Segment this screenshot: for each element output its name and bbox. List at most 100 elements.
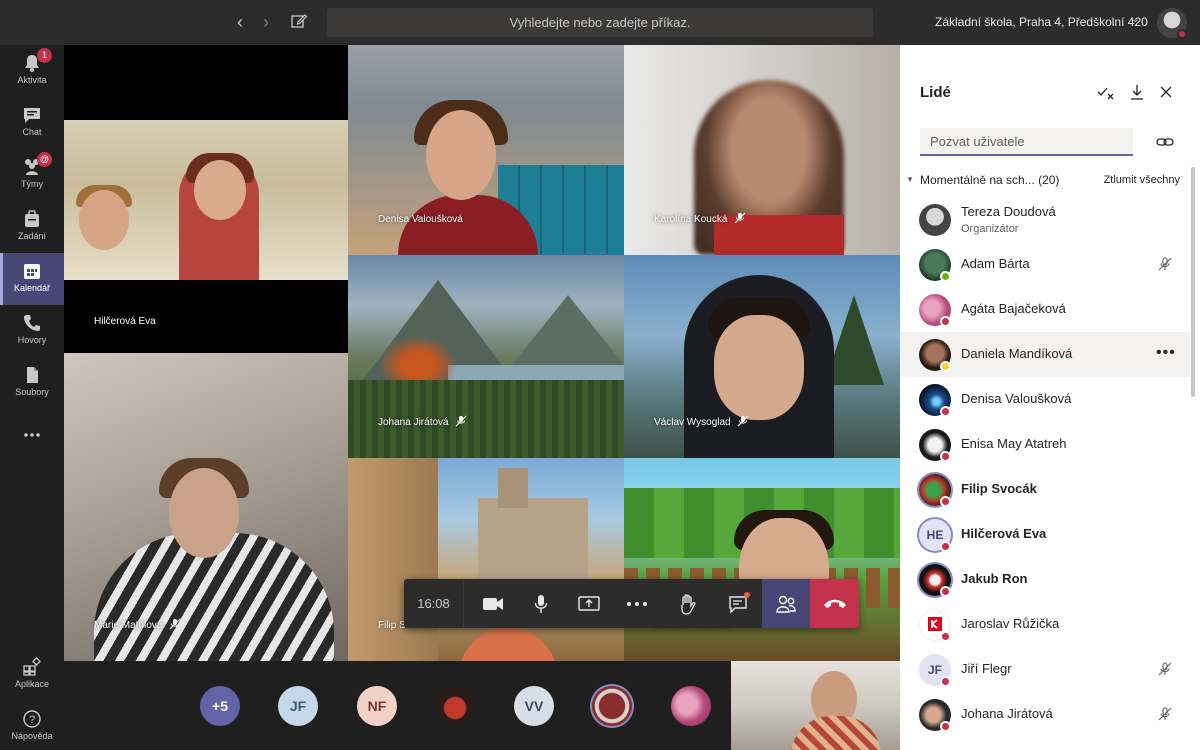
rail-item-help[interactable]: ? Nápověda — [0, 701, 64, 750]
more-actions-button[interactable] — [613, 579, 661, 628]
more-options-button[interactable]: ••• — [1156, 344, 1176, 362]
status-busy-dot — [940, 496, 951, 507]
rail-item-more[interactable] — [0, 409, 64, 461]
list-item[interactable]: Tereza Doudová Organizátor — [900, 197, 1190, 242]
files-icon — [27, 367, 38, 383]
list-item[interactable]: Agáta Bajačeková — [900, 287, 1190, 332]
hang-up-button[interactable] — [810, 579, 859, 628]
participant-name: Johana Jirátová — [961, 706, 1053, 721]
video-tile[interactable]: Marie Matulová — [64, 353, 348, 661]
phone-icon — [24, 315, 40, 331]
panel-title: Lidé — [920, 84, 951, 101]
participant-name-row: Václav Wysoglad — [654, 415, 749, 428]
list-item[interactable]: JF Jiří Flegr — [900, 647, 1190, 692]
participant-avatar[interactable] — [671, 686, 711, 726]
list-item[interactable]: Adam Bárta — [900, 242, 1190, 287]
participant-avatar[interactable]: JF — [278, 686, 318, 726]
svg-text:?: ? — [29, 714, 35, 726]
overflow-participants-button[interactable]: +5 — [200, 686, 240, 726]
hang-up-icon — [823, 599, 846, 608]
check-x-icon[interactable] — [1097, 83, 1115, 101]
share-screen-button[interactable] — [565, 579, 613, 628]
participant-name: Denisa Valoušková — [961, 391, 1072, 406]
participant-avatar-speaking[interactable] — [592, 686, 632, 726]
status-busy-dot — [940, 451, 951, 462]
participant-avatar[interactable]: VV — [514, 686, 554, 726]
status-busy-dot — [940, 631, 951, 642]
status-busy-dot — [1177, 29, 1187, 39]
camera-button[interactable] — [469, 579, 517, 628]
rail-label: Kalendář — [13, 283, 51, 293]
rail-item-teams[interactable]: Týmy @ — [0, 149, 64, 201]
rail-item-files[interactable]: Soubory — [0, 357, 64, 409]
status-available-dot — [940, 271, 951, 282]
rail-label: Nápověda — [11, 731, 53, 741]
mic-off-icon — [1158, 257, 1172, 271]
download-icon[interactable] — [1128, 83, 1146, 101]
status-busy-dot — [940, 721, 951, 732]
people-icon — [776, 595, 796, 613]
rail-item-apps[interactable]: Aplikace — [0, 649, 64, 701]
self-video-preview[interactable] — [731, 661, 900, 750]
panel-scrollbar[interactable] — [1191, 167, 1195, 397]
video-tile[interactable]: Václav Wysoglad — [624, 255, 900, 458]
section-title-row: Momentálně na sch... (20) — [920, 173, 1059, 187]
chat-icon — [24, 108, 40, 123]
mic-off-icon — [1158, 707, 1172, 721]
chevron-down-icon[interactable]: ⌄ — [1131, 14, 1139, 25]
forward-arrow-icon[interactable]: › — [256, 12, 276, 32]
close-icon[interactable] — [1157, 83, 1175, 101]
chat-button[interactable] — [714, 579, 762, 628]
avatar — [919, 204, 951, 236]
list-item[interactable]: HE Hilčerová Eva — [900, 512, 1190, 557]
participant-avatar[interactable]: NF — [357, 686, 397, 726]
status-busy-dot — [940, 586, 951, 597]
rail-label: Aplikace — [14, 679, 50, 689]
command-search-box[interactable]: Vyhledejte nebo zadejte příkaz. — [327, 8, 873, 37]
back-arrow-icon[interactable]: ‹ — [230, 12, 250, 32]
participant-name: Denisa Valoušková — [378, 214, 463, 225]
video-tile[interactable]: Denisa Valoušková — [348, 45, 624, 255]
rail-label: Týmy — [21, 179, 43, 189]
participant-name-row: Marie Matulová — [94, 618, 181, 631]
video-tile[interactable]: Johana Jirátová — [348, 255, 624, 458]
participant-name: Adam Bárta — [961, 256, 1030, 271]
organization-switcher[interactable]: Základní škola, Praha 4, Předškolní 420 — [935, 15, 1148, 29]
invite-people-input[interactable] — [920, 128, 1133, 156]
video-tile[interactable]: Filip Svocák — [348, 458, 624, 661]
list-item[interactable]: Daniela Mandíková ••• — [900, 332, 1190, 377]
more-icon — [627, 601, 647, 606]
status-busy-dot — [940, 406, 951, 417]
microphone-icon — [534, 594, 548, 613]
list-item[interactable]: Enisa May Atatreh — [900, 422, 1190, 467]
list-item[interactable]: Jaroslav Růžička — [900, 602, 1190, 647]
video-tile[interactable]: Hilčerová Eva — [64, 45, 348, 353]
call-timer: 16:08 — [404, 579, 464, 628]
calendar-icon — [24, 264, 40, 279]
rail-item-calls[interactable]: Hovory — [0, 305, 64, 357]
list-item[interactable]: Filip Svocák — [900, 467, 1190, 512]
video-tile[interactable]: Karolína Koucká — [624, 45, 900, 255]
list-item[interactable]: Jakub Ron — [900, 557, 1190, 602]
mute-all-button[interactable]: Ztlumit všechny — [1104, 174, 1180, 186]
participant-name: Karolína Koucká — [654, 214, 728, 225]
apps-icon — [23, 657, 41, 676]
link-icon[interactable] — [1156, 134, 1174, 150]
participant-name: Hilčerová Eva — [94, 316, 156, 327]
participants-button[interactable] — [762, 579, 810, 628]
rail-item-calendar[interactable]: Kalendář — [0, 253, 64, 305]
raise-hand-button[interactable] — [664, 579, 712, 628]
participant-name: Agáta Bajačeková — [961, 301, 1066, 316]
rail-item-assignments[interactable]: Zadání — [0, 201, 64, 253]
participant-name-row: Johana Jirátová — [378, 415, 467, 428]
participant-avatar[interactable] — [435, 686, 475, 726]
compose-icon[interactable] — [290, 12, 308, 30]
list-item[interactable]: Denisa Valoušková — [900, 377, 1190, 422]
list-item[interactable]: Johana Jirátová — [900, 692, 1190, 737]
raise-hand-icon — [681, 593, 696, 615]
microphone-button[interactable] — [517, 579, 565, 628]
rail-item-activity[interactable]: Aktivita 1 — [0, 45, 64, 97]
video-tile[interactable]: Jaroslav Růžička — [624, 458, 900, 661]
rail-item-chat[interactable]: Chat — [0, 97, 64, 149]
in-meeting-section-header[interactable]: ▼ Momentálně na sch... (20) Ztlumit všec… — [906, 172, 1186, 190]
